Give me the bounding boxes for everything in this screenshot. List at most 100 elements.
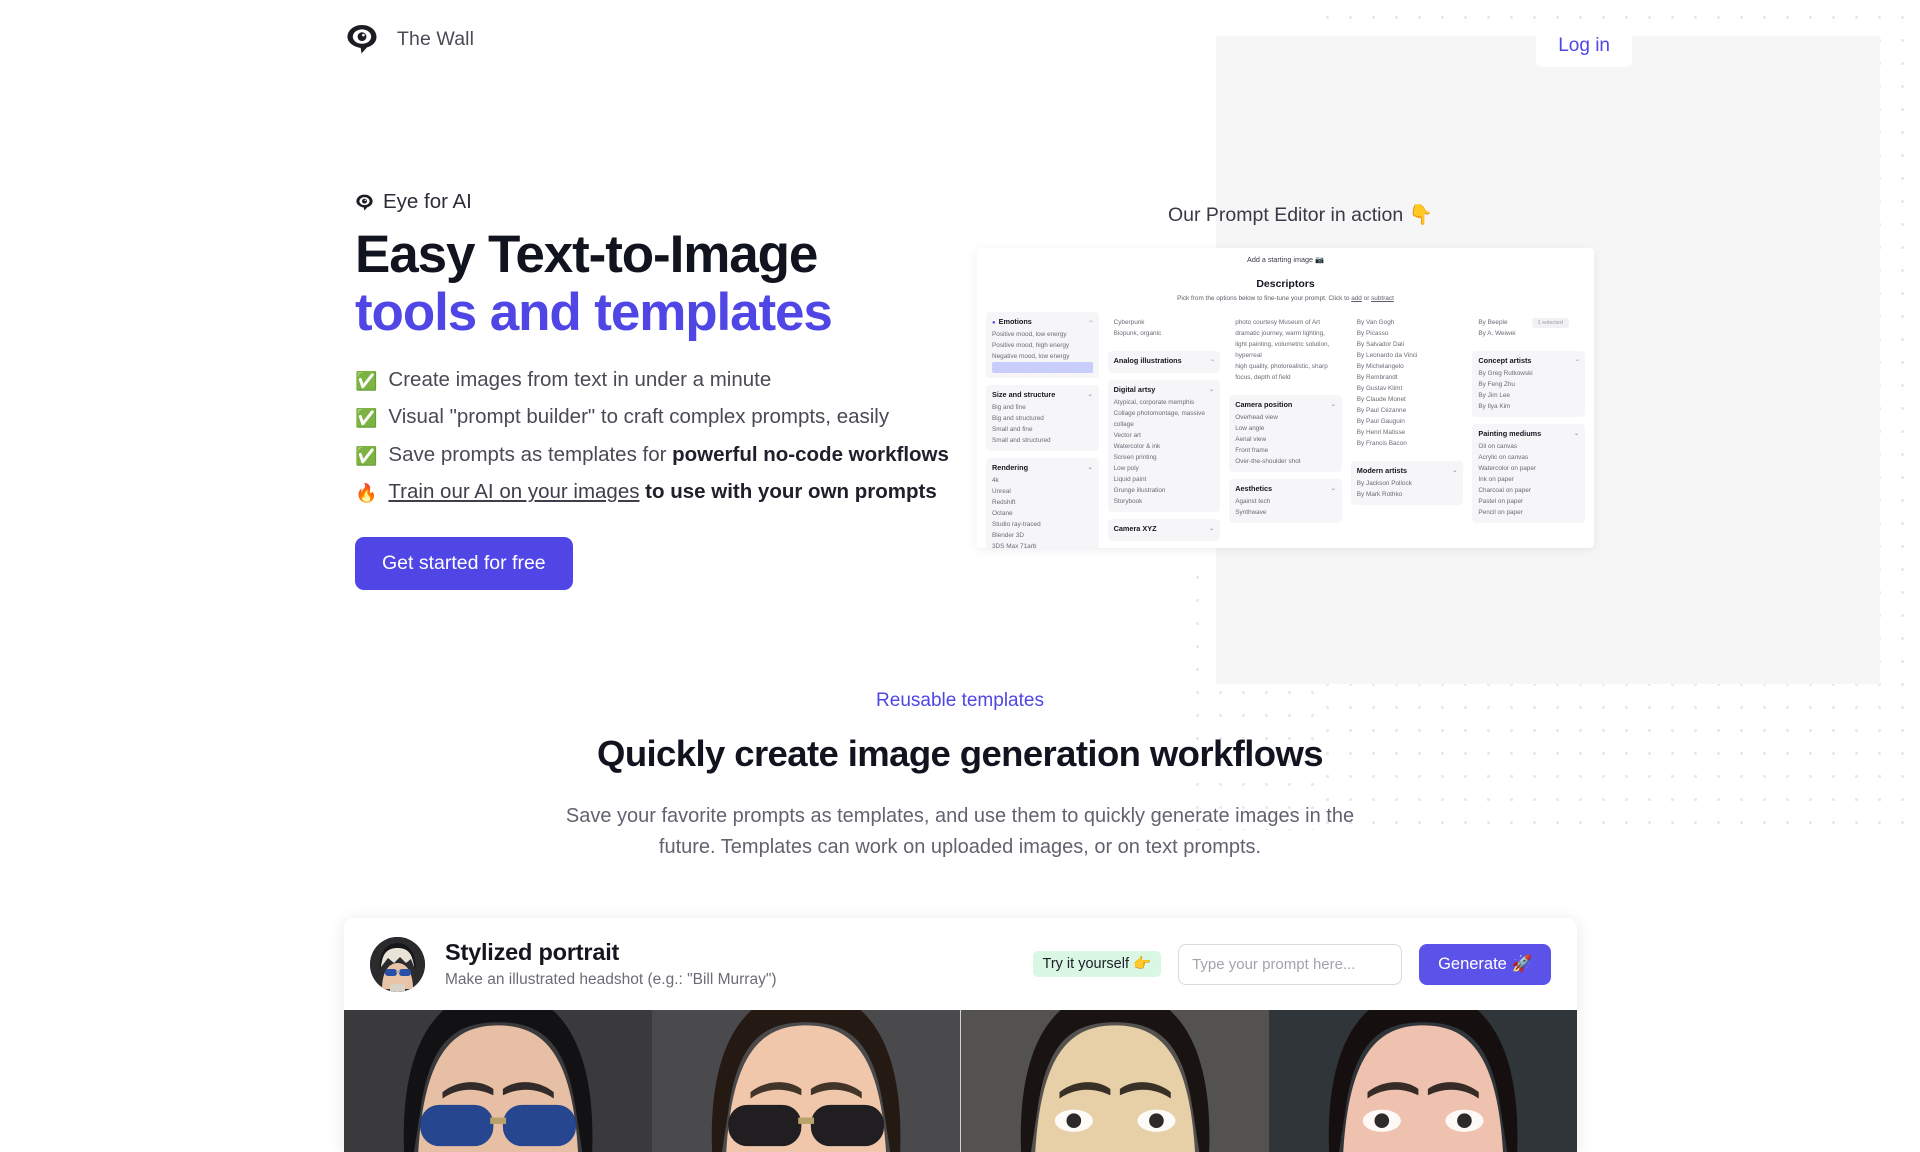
descriptor-option[interactable]: Redshift — [992, 497, 1093, 508]
descriptor-option[interactable]: By Rembrandt — [1357, 372, 1458, 383]
descriptor-option[interactable]: Ink on paper — [1478, 474, 1579, 485]
descriptor-option[interactable]: By Paul Gauguin — [1357, 416, 1458, 427]
descriptor-option[interactable]: Big and structured — [992, 413, 1093, 424]
descriptor-option[interactable]: Low poly — [1114, 463, 1215, 474]
brand[interactable]: The Wall — [345, 22, 474, 56]
descriptor-option[interactable]: Over-the-shoulder shot — [1235, 456, 1336, 467]
descriptor-option[interactable]: By Leonardo da Vinci — [1357, 350, 1458, 361]
descriptor-option[interactable]: Pastel on paper — [1478, 496, 1579, 507]
descriptor-option[interactable]: By Paul Cézanne — [1357, 405, 1458, 416]
descriptor-option[interactable]: By Claude Monet — [1357, 394, 1458, 405]
login-button[interactable]: Log in — [1536, 24, 1632, 67]
descriptor-option[interactable]: Vector art — [1114, 430, 1215, 441]
descriptor-option[interactable]: Atypical, corporate memphis — [1114, 397, 1215, 408]
chevron-down-icon[interactable]: ⌄ — [1331, 401, 1336, 408]
descriptor-group-header[interactable]: Modern artists ⌄ — [1357, 466, 1458, 475]
descriptor-option[interactable]: By Feng Zhu — [1478, 379, 1579, 390]
descriptor-option[interactable]: By Henri Matisse — [1357, 427, 1458, 438]
descriptor-option[interactable]: 3DS Max 71arb — [992, 541, 1093, 548]
descriptor-group-header[interactable]: Camera XYZ ⌄ — [1114, 524, 1215, 533]
descriptor-option[interactable]: Positive mood, low energy — [992, 329, 1093, 340]
descriptor-option[interactable]: Small and fine — [992, 424, 1093, 435]
chevron-down-icon[interactable]: − — [1211, 358, 1215, 364]
descriptor-option[interactable]: Biopunk, organic — [1114, 328, 1215, 339]
stylized-portrait-1[interactable] — [344, 1010, 653, 1152]
add-link[interactable]: add — [1351, 295, 1362, 302]
chevron-down-icon[interactable]: ⌄ — [1088, 464, 1093, 471]
get-started-button[interactable]: Get started for free — [355, 536, 573, 591]
descriptor-option[interactable]: Octane — [992, 508, 1093, 519]
descriptor-option[interactable]: By Jackson Pollock — [1357, 478, 1458, 489]
prompt-editor-preview[interactable]: Add a starting image 📷 Descriptors Pick … — [977, 248, 1594, 548]
descriptor-group-header[interactable]: Size and structure ⌄ — [992, 390, 1093, 399]
chevron-down-icon[interactable]: ⌄ — [1331, 485, 1336, 492]
descriptor-group-header[interactable]: Aesthetics ⌄ — [1235, 484, 1336, 493]
chevron-down-icon[interactable]: ⌄ — [1209, 386, 1214, 393]
descriptor-option[interactable]: By Salvador Dali — [1357, 339, 1458, 350]
descriptor-option[interactable]: Against tech — [1235, 496, 1336, 507]
descriptor-option[interactable]: Liquid paint — [1114, 474, 1215, 485]
descriptor-option[interactable]: Overhead view — [1235, 412, 1336, 423]
descriptor-option[interactable]: Aerial view — [1235, 434, 1336, 445]
descriptor-option[interactable]: By Francis Bacon — [1357, 438, 1458, 449]
descriptor-group-header[interactable]: Painting mediums ⌄ — [1478, 429, 1579, 438]
descriptor-option[interactable]: Low angle — [1235, 423, 1336, 434]
subtract-link[interactable]: subtract — [1371, 295, 1394, 302]
descriptor-option[interactable]: By Van Gogh — [1357, 317, 1458, 328]
descriptor-option[interactable]: Charcoal on paper — [1478, 485, 1579, 496]
descriptor-option[interactable]: Oil on canvas — [1478, 441, 1579, 452]
chevron-down-icon[interactable]: ⌄ — [1088, 391, 1093, 398]
descriptor-option[interactable]: By Jim Lee — [1478, 390, 1579, 401]
descriptor-option[interactable]: Cyberpunk — [1114, 317, 1215, 328]
stylized-portrait-3[interactable] — [960, 1010, 1269, 1152]
chevron-down-icon[interactable]: − — [1089, 319, 1093, 325]
descriptor-option[interactable]: Pencil on paper — [1478, 507, 1579, 518]
descriptor-column: photo courtesy Museum of Art dramatic jou… — [1229, 312, 1342, 548]
descriptor-option[interactable]: Negative mood, high energy — [992, 362, 1093, 374]
descriptors-subtitle: Pick from the options below to fine-tune… — [1177, 295, 1394, 302]
chevron-down-icon[interactable]: ⌄ — [1209, 525, 1214, 532]
chevron-down-icon[interactable]: ⌄ — [1452, 467, 1457, 474]
descriptor-group-header[interactable]: Digital artsy ⌄ — [1114, 385, 1215, 394]
descriptor-option[interactable]: photo courtesy Museum of Art — [1235, 317, 1336, 328]
descriptor-option[interactable]: Front frame — [1235, 445, 1336, 456]
chevron-down-icon[interactable]: − — [1575, 358, 1579, 364]
add-starting-image-row[interactable]: Add a starting image 📷 — [977, 255, 1594, 264]
descriptor-option[interactable]: Screen printing — [1114, 452, 1215, 463]
descriptor-option[interactable]: Collage photomontage, massive collage — [1114, 408, 1215, 430]
descriptor-option[interactable]: By Michelangelo — [1357, 361, 1458, 372]
descriptor-option[interactable]: Negative mood, low energy — [992, 351, 1093, 362]
descriptor-group-header[interactable]: ● Emotions − — [992, 317, 1093, 326]
prompt-input[interactable] — [1178, 943, 1403, 985]
descriptor-option[interactable]: Storybook — [1114, 496, 1215, 507]
descriptor-option[interactable]: Acrylic on canvas — [1478, 452, 1579, 463]
descriptor-group-header[interactable]: Camera position ⌄ — [1235, 400, 1336, 409]
descriptor-option[interactable]: By Greg Rutkowski — [1478, 368, 1579, 379]
descriptor-option[interactable]: Positive mood, high energy — [992, 340, 1093, 351]
chevron-down-icon[interactable]: ⌄ — [1574, 430, 1579, 437]
descriptor-option[interactable]: Grunge illustration — [1114, 485, 1215, 496]
descriptor-group-header[interactable]: Rendering ⌄ — [992, 463, 1093, 472]
descriptor-option[interactable]: dramatic journey, warm lighting, light p… — [1235, 328, 1336, 361]
stylized-portrait-2[interactable] — [652, 1010, 961, 1152]
descriptor-option[interactable]: By Mark Rothko — [1357, 489, 1458, 500]
train-ai-link[interactable]: Train our AI on your images — [388, 480, 639, 503]
descriptor-option[interactable]: Watercolor & ink — [1114, 441, 1215, 452]
descriptor-group-header[interactable]: Analog illustrations − — [1114, 356, 1215, 365]
descriptor-option[interactable]: By Picasso — [1357, 328, 1458, 339]
descriptor-option[interactable]: Unreal — [992, 486, 1093, 497]
descriptor-option[interactable]: Synthwave — [1235, 507, 1336, 518]
descriptor-option[interactable]: By Gustav Klimt — [1357, 383, 1458, 394]
descriptor-option[interactable]: 4k — [992, 475, 1093, 486]
descriptor-option[interactable]: Small and structured — [992, 435, 1093, 446]
descriptor-option[interactable]: Watercolor on paper — [1478, 463, 1579, 474]
descriptor-option[interactable]: By A. Weiwei — [1478, 328, 1579, 339]
descriptor-option[interactable]: Big and fine — [992, 402, 1093, 413]
descriptor-option[interactable]: high quality, photorealistic, sharp focu… — [1235, 361, 1336, 383]
descriptor-group-header[interactable]: Concept artists − — [1478, 356, 1579, 365]
stylized-portrait-4[interactable] — [1268, 1010, 1577, 1152]
generate-button[interactable]: Generate 🚀 — [1419, 943, 1551, 985]
descriptor-option[interactable]: Studio ray-traced — [992, 519, 1093, 530]
descriptor-option[interactable]: Blender 3D — [992, 530, 1093, 541]
descriptor-option[interactable]: By Ilya Kim — [1478, 401, 1579, 412]
